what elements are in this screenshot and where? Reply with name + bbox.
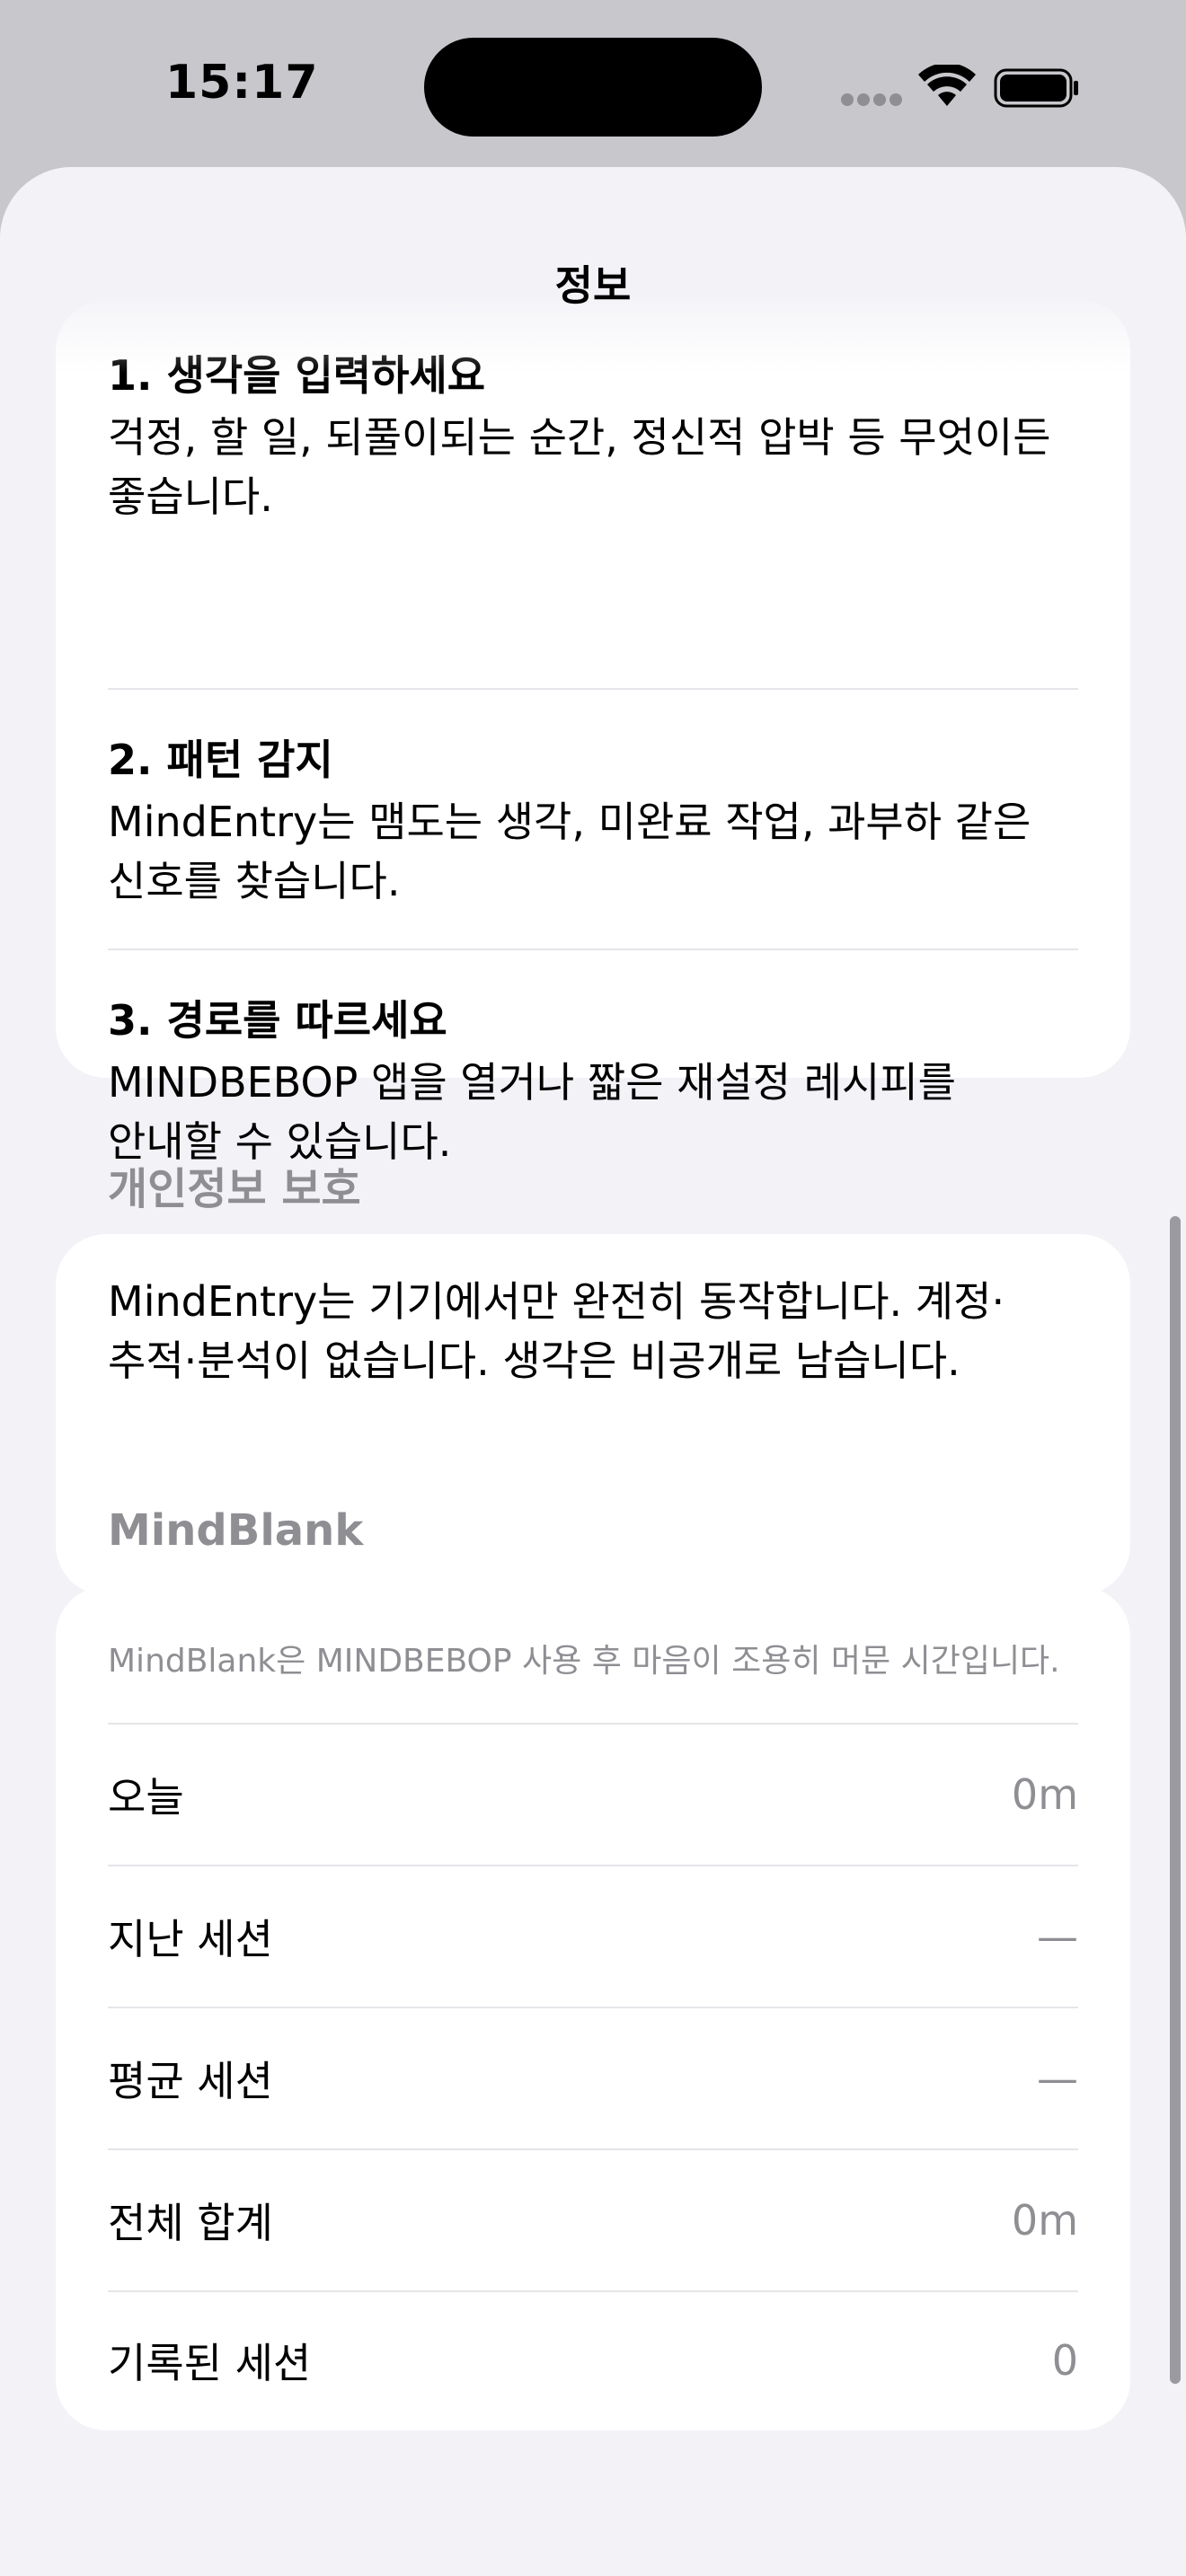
step-title: 1. 생각을 입력하세요 (108, 351, 486, 400)
stat-value: 0 (1051, 2336, 1078, 2385)
stat-label: 오늘 (108, 1773, 184, 1822)
stat-value: 0m (1011, 2196, 1078, 2245)
step-title: 3. 경로를 따르세요 (108, 996, 447, 1045)
how-to-card: 1. 생각을 입력하세요 걱정, 할 일, 되풀이되는 순간, 정신적 압박 등… (56, 300, 1130, 1166)
sheet-title: 정보 (554, 261, 632, 310)
stat-value: 0m (1011, 1770, 1078, 1819)
stat-row-last-session: 지난 세션 — (108, 1866, 1078, 2007)
stat-row-average-session: 평균 세션 — (108, 2008, 1078, 2148)
cellular-signal-icon (841, 93, 902, 106)
dynamic-island (424, 38, 762, 137)
battery-icon (994, 68, 1078, 108)
step-description: 걱정, 할 일, 되풀이되는 순간, 정신적 압박 등 무엇이든 좋습니다. (108, 413, 1051, 521)
stat-row-total: 전체 합계 0m (108, 2150, 1078, 2290)
stat-label: 평균 세션 (108, 2057, 273, 2105)
stat-row-today: 오늘 0m (108, 1725, 1078, 1865)
step-2: 2. 패턴 감지 MindEntry는 맴도는 생각, 미완료 작업, 과부하 … (108, 733, 1078, 911)
scroll-indicator[interactable] (1170, 1216, 1181, 2384)
status-bar: 15:17 (0, 0, 1186, 171)
step-description: MindEntry는 맴도는 생각, 미완료 작업, 과부하 같은 신호를 찾습… (108, 798, 1031, 905)
stat-value: — (1037, 2054, 1078, 2103)
status-time: 15:17 (165, 56, 319, 110)
mindblank-note: MindBlank은 MINDBEBOP 사용 후 마음이 조용히 머문 시간입… (108, 1643, 1060, 1680)
stat-row-recorded-sessions: 기록된 세션 0 (108, 2290, 1078, 2430)
info-sheet[interactable]: 사용 방법 정보 1. 생각을 입력하세요 걱정, 할 일, 되풀이되는 순간,… (0, 167, 1186, 2576)
stat-label: 지난 세션 (108, 1915, 273, 1963)
wifi-icon (918, 65, 976, 106)
section-header-mindblank: MindBlank (108, 1505, 364, 1556)
stat-label: 전체 합계 (108, 2199, 273, 2247)
stat-value: — (1037, 1912, 1078, 1961)
step-1: 1. 생각을 입력하세요 걱정, 할 일, 되풀이되는 순간, 정신적 압박 등… (108, 348, 1078, 526)
stat-label: 기록된 세션 (108, 2339, 312, 2387)
step-title: 2. 패턴 감지 (108, 736, 333, 784)
step-3: 3. 경로를 따르세요 MINDBEBOP 앱을 열거나 짧은 재설정 레시피를… (108, 993, 1078, 1171)
divider (108, 688, 1078, 690)
section-header-privacy: 개인정보 보호 (108, 1164, 361, 1214)
privacy-description: MindEntry는 기기에서만 완전히 동작합니다. 계정· 추적·분석이 없… (108, 1277, 1005, 1385)
divider (108, 948, 1078, 950)
mindblank-card: MindBlank은 MINDBEBOP 사용 후 마음이 조용히 머문 시간입… (56, 1586, 1130, 2430)
